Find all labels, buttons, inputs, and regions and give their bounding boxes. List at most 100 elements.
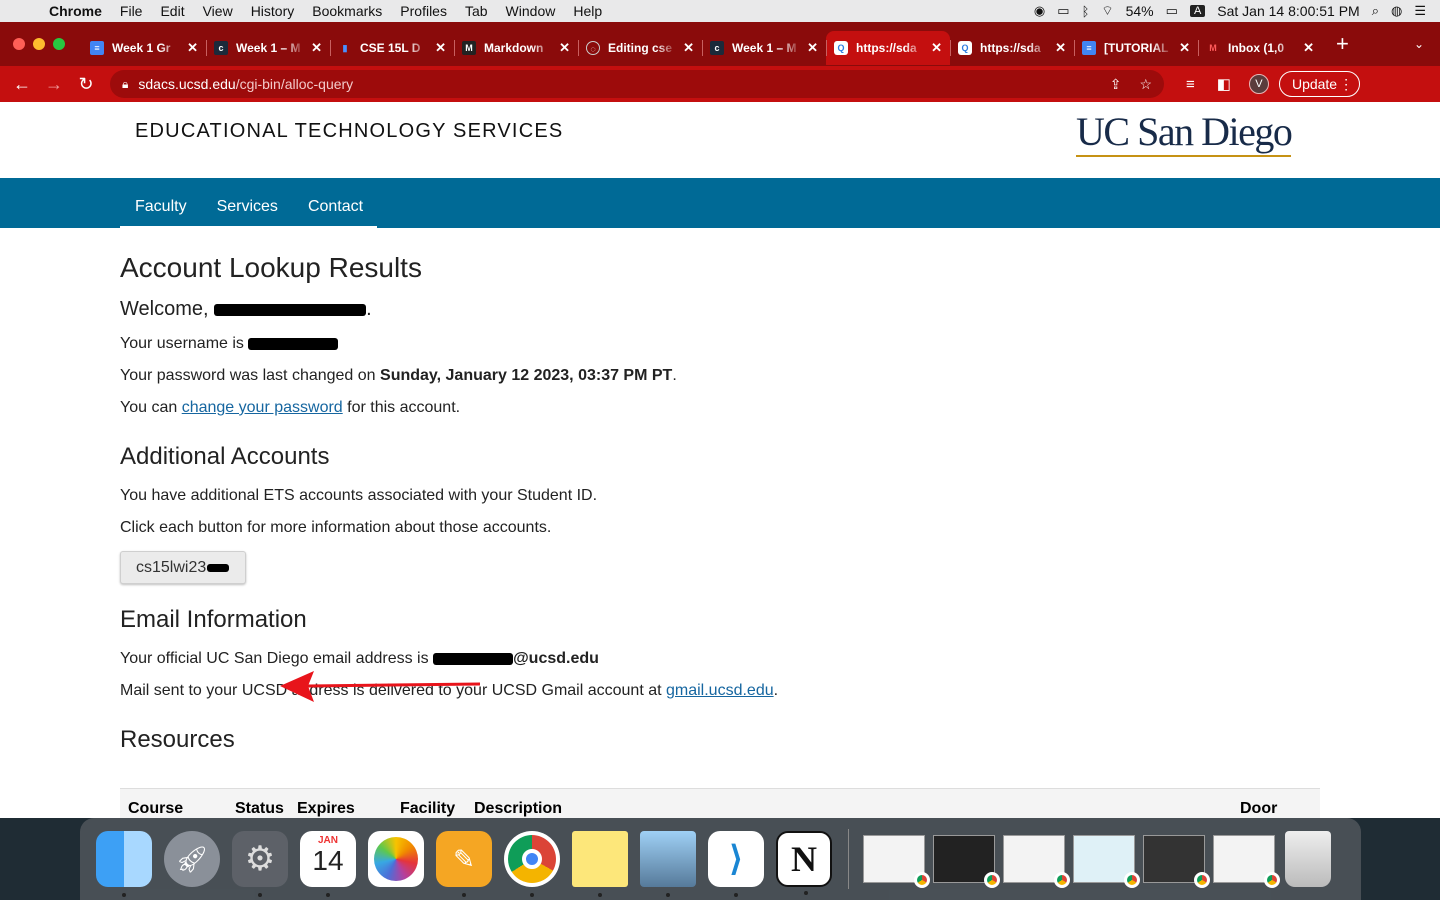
menu-help[interactable]: Help <box>564 3 611 19</box>
minimize-window-icon[interactable] <box>33 38 45 50</box>
minimized-window-1[interactable] <box>863 835 930 888</box>
tab-tutorial[interactable]: ≡ [TUTORIAL ✕ <box>1074 31 1198 65</box>
additional-accounts-instruction: Click each button for more information a… <box>120 519 552 536</box>
menu-file[interactable]: File <box>111 3 152 19</box>
share-icon[interactable]: ⇪ <box>1110 76 1122 93</box>
minimized-window-2[interactable] <box>933 835 1000 888</box>
tab-inbox[interactable]: M Inbox (1,0 ✕ <box>1198 31 1322 65</box>
menu-profiles[interactable]: Profiles <box>391 3 456 19</box>
tab-sdacs-2[interactable]: Qhttps://sda ✕ <box>950 31 1074 65</box>
close-tab-icon[interactable]: ✕ <box>683 40 694 56</box>
airplay-icon[interactable]: ▭ <box>1057 3 1069 19</box>
page-title: Account Lookup Results <box>120 252 422 283</box>
close-tab-icon[interactable]: ✕ <box>1055 40 1066 56</box>
tab-sdacs-active[interactable]: Qhttps://sda ✕ <box>826 31 950 65</box>
reload-icon[interactable]: ↻ <box>70 74 102 95</box>
menu-history[interactable]: History <box>242 3 304 19</box>
stickies-icon[interactable] <box>572 831 628 897</box>
gmail-link[interactable]: gmail.ucsd.edu <box>666 682 774 699</box>
nav-contact[interactable]: Contact <box>293 178 378 226</box>
menu-app-name[interactable]: Chrome <box>40 3 111 19</box>
reading-list-icon[interactable]: ≡ <box>1186 76 1195 93</box>
clock[interactable]: Sat Jan 14 8:00:51 PM <box>1217 3 1359 19</box>
input-source-icon[interactable]: A <box>1189 5 1206 17</box>
menu-edit[interactable]: Edit <box>151 3 193 19</box>
close-tab-icon[interactable]: ✕ <box>435 40 446 56</box>
system-preferences-icon[interactable]: ⚙ <box>232 831 288 897</box>
minimized-window-4[interactable] <box>1073 835 1140 888</box>
chrome-badge-icon <box>1264 872 1280 888</box>
menu-view[interactable]: View <box>194 3 242 19</box>
pages-icon[interactable]: ✎ <box>436 831 492 897</box>
change-password-line: You can change your password for this ac… <box>120 399 461 416</box>
email-line: Your official UC San Diego email address… <box>120 650 599 667</box>
chrome-badge-icon <box>1194 872 1210 888</box>
close-tab-icon[interactable]: ✕ <box>187 40 198 56</box>
battery-icon[interactable]: ▭ <box>1166 3 1178 19</box>
close-window-icon[interactable] <box>13 38 25 50</box>
update-button[interactable]: Update <box>1278 71 1361 97</box>
tab-week1-grades[interactable]: ≡ Week 1 Gr ✕ <box>82 31 206 65</box>
vscode-icon[interactable]: ⟩ <box>708 831 764 897</box>
menu-bookmarks[interactable]: Bookmarks <box>303 3 391 19</box>
password-line: Your password was last changed on Sunday… <box>120 367 677 384</box>
tab-cse15l[interactable]: ▮ CSE 15L D ✕ <box>330 31 454 65</box>
account-button[interactable]: cs15lwi23 <box>120 551 246 584</box>
resources-table-header: Course Status Expires Facility Descripti… <box>120 788 1320 818</box>
wifi-icon[interactable]: ⌔ <box>1101 3 1113 19</box>
creative-cloud-icon[interactable]: ◉ <box>1034 3 1045 19</box>
col-course: Course <box>128 800 184 817</box>
side-panel-icon[interactable]: ◧ <box>1217 75 1231 93</box>
finder-icon[interactable] <box>96 831 152 897</box>
close-tab-icon[interactable]: ✕ <box>1179 40 1190 56</box>
close-tab-icon[interactable]: ✕ <box>931 40 942 56</box>
resources-heading: Resources <box>120 726 235 753</box>
web-page: EDUCATIONAL TECHNOLOGY SERVICES UC San D… <box>0 102 1440 818</box>
siri-icon[interactable]: ◍ <box>1391 3 1402 19</box>
fullscreen-window-icon[interactable] <box>53 38 65 50</box>
forward-arrow-icon[interactable]: → <box>38 74 70 95</box>
preview-icon[interactable] <box>640 831 696 897</box>
back-arrow-icon[interactable]: ← <box>6 74 38 95</box>
close-tab-icon[interactable]: ✕ <box>311 40 322 56</box>
bookmark-star-icon[interactable]: ☆ <box>1139 76 1152 93</box>
tab-search-chevron-icon[interactable]: ⌄ <box>1414 37 1424 51</box>
search-page-icon: Q <box>834 41 848 55</box>
calendar-icon[interactable]: JAN 14 <box>300 831 356 897</box>
nav-services[interactable]: Services <box>202 178 293 226</box>
notion-icon[interactable]: N <box>776 831 832 895</box>
tab-markdown[interactable]: M Markdown ✕ <box>454 31 578 65</box>
minimized-window-6[interactable] <box>1213 835 1280 888</box>
chrome-tab-strip: ≡ Week 1 Gr ✕ c Week 1 – M ✕ ▮ CSE 15L D ✕ M Ma… <box>0 22 1440 66</box>
tab-week1-m[interactable]: c Week 1 – M ✕ <box>206 31 330 65</box>
tab-editing-cse[interactable]: ◌ Editing cse ✕ <box>578 31 702 65</box>
change-password-link[interactable]: change your password <box>182 399 343 416</box>
close-tab-icon[interactable]: ✕ <box>807 40 818 56</box>
launchpad-icon[interactable]: 🚀︎ <box>164 831 220 887</box>
chrome-badge-icon <box>1054 872 1070 888</box>
minimized-window-3[interactable] <box>1003 835 1070 888</box>
tab-week1-m-2[interactable]: c Week 1 – M ✕ <box>702 31 826 65</box>
lock-icon[interactable]: 🔒︎ <box>122 77 128 92</box>
profile-avatar[interactable]: V <box>1248 74 1269 94</box>
photos-icon[interactable] <box>368 831 424 887</box>
chrome-icon[interactable] <box>504 831 560 897</box>
close-tab-icon[interactable]: ✕ <box>559 40 570 56</box>
control-center-icon[interactable]: ☰ <box>1414 3 1426 19</box>
ucsd-logo[interactable]: UC San Diego <box>1076 110 1293 157</box>
col-description: Description <box>474 800 563 817</box>
site-nav: Faculty Services Contact <box>0 178 1440 228</box>
site-title[interactable]: EDUCATIONAL TECHNOLOGY SERVICES <box>135 120 563 143</box>
chart-icon: ▮ <box>342 43 348 53</box>
nav-faculty[interactable]: Faculty <box>120 178 202 226</box>
new-tab-icon[interactable]: + <box>1336 31 1349 57</box>
close-tab-icon[interactable]: ✕ <box>1303 40 1314 56</box>
bluetooth-icon[interactable]: ᛒ <box>1082 4 1090 19</box>
spotlight-icon[interactable]: ⌕ <box>1372 3 1379 19</box>
menu-window[interactable]: Window <box>497 3 565 19</box>
menu-tab[interactable]: Tab <box>456 3 497 19</box>
minimized-window-5[interactable] <box>1143 835 1210 888</box>
trash-icon[interactable] <box>1285 831 1331 887</box>
address-bar[interactable]: 🔒︎ sdacs.ucsd.edu/cgi-bin/alloc-query ⇪ … <box>110 70 1164 98</box>
docs-icon: ≡ <box>90 41 104 55</box>
